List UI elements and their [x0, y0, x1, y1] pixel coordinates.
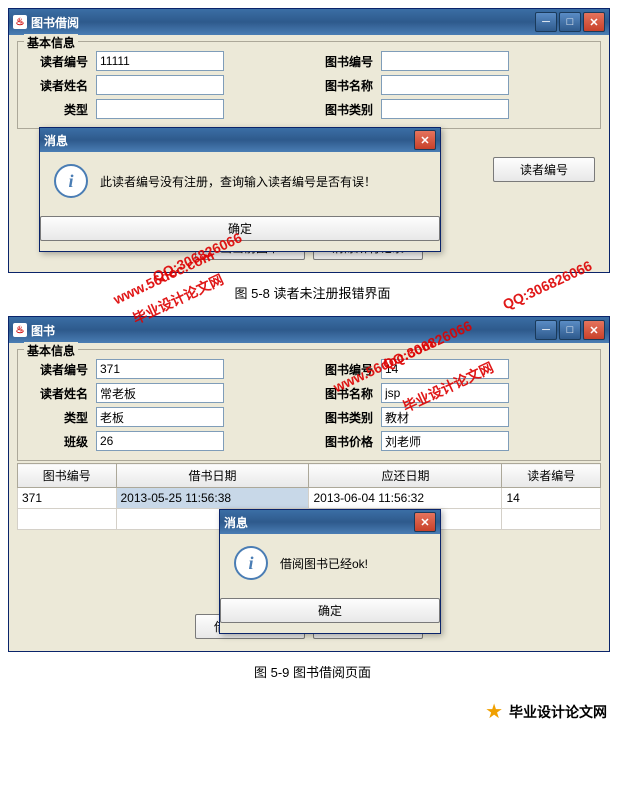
- table-header-row: 图书编号 借书日期 应还日期 读者编号: [18, 464, 601, 488]
- window-title: 图书: [31, 322, 535, 339]
- book-type-input[interactable]: [381, 407, 509, 427]
- dialog-titlebar[interactable]: 消息 ✕: [40, 128, 440, 152]
- minimize-button[interactable]: ─: [535, 12, 557, 32]
- reader-id-button[interactable]: 读者编号: [493, 157, 595, 182]
- type-input[interactable]: [96, 99, 224, 119]
- reader-id-input[interactable]: [96, 51, 224, 71]
- titlebar-1[interactable]: ♨ 图书借阅 ─ □ ✕: [9, 9, 609, 35]
- col-return-date[interactable]: 应还日期: [309, 464, 502, 488]
- dialog-ok-button[interactable]: 确定: [40, 216, 440, 241]
- window-title: 图书借阅: [31, 14, 535, 31]
- table-row[interactable]: 371 2013-05-25 11:56:38 2013-06-04 11:56…: [18, 488, 601, 509]
- close-button[interactable]: ✕: [583, 320, 605, 340]
- col-borrow-date[interactable]: 借书日期: [116, 464, 309, 488]
- book-type-label: 图书类别: [313, 101, 373, 118]
- star-icon: ★: [485, 699, 503, 724]
- book-id-label: 图书编号: [313, 53, 373, 70]
- col-reader-id[interactable]: 读者编号: [502, 464, 601, 488]
- window-book-borrow-1: ♨ 图书借阅 ─ □ ✕ 基本信息 读者编号 图书编号 读者姓名 图书名称 类型…: [8, 8, 610, 273]
- book-price-input[interactable]: [381, 431, 509, 451]
- figure-caption-1: 图 5-8 读者未注册报错界面: [8, 277, 617, 316]
- book-id-input[interactable]: [381, 359, 509, 379]
- dialog-close-button[interactable]: ✕: [414, 130, 436, 150]
- book-name-input[interactable]: [381, 75, 509, 95]
- type-label: 类型: [28, 409, 88, 426]
- close-button[interactable]: ✕: [583, 12, 605, 32]
- maximize-button[interactable]: □: [559, 320, 581, 340]
- book-type-label: 图书类别: [313, 409, 373, 426]
- message-dialog-2: 消息 ✕ i 借阅图书已经ok! 确定: [219, 509, 441, 634]
- window-book-borrow-2: ♨ 图书 ─ □ ✕ 基本信息 读者编号 图书编号 读者姓名 图书名称 类型 图…: [8, 316, 610, 652]
- dialog-title: 消息: [44, 132, 414, 149]
- book-id-label: 图书编号: [313, 361, 373, 378]
- basic-info-group: 基本信息 读者编号 图书编号 读者姓名 图书名称 类型 图书类别 班级 图书价格: [17, 349, 601, 461]
- cell[interactable]: 2013-05-25 11:56:38: [116, 488, 309, 509]
- figure-caption-2: 图 5-9 图书借阅页面: [8, 656, 617, 695]
- footer-text: 毕业设计论文网: [509, 702, 607, 722]
- dialog-title: 消息: [224, 514, 414, 531]
- dialog-message: 借阅图书已经ok!: [280, 555, 368, 572]
- minimize-button[interactable]: ─: [535, 320, 557, 340]
- book-name-input[interactable]: [381, 383, 509, 403]
- reader-name-input[interactable]: [96, 383, 224, 403]
- reader-id-label: 读者编号: [28, 361, 88, 378]
- info-icon: i: [234, 546, 268, 580]
- book-name-label: 图书名称: [313, 77, 373, 94]
- type-label: 类型: [28, 101, 88, 118]
- dialog-ok-button[interactable]: 确定: [220, 598, 440, 623]
- reader-name-input[interactable]: [96, 75, 224, 95]
- basic-info-group: 基本信息 读者编号 图书编号 读者姓名 图书名称 类型 图书类别: [17, 41, 601, 129]
- java-icon: ♨: [13, 323, 27, 337]
- cell[interactable]: 14: [502, 488, 601, 509]
- type-input[interactable]: [96, 407, 224, 427]
- message-dialog-1: 消息 ✕ i 此读者编号没有注册，查询输入读者编号是否有误！ 确定: [39, 127, 441, 252]
- java-icon: ♨: [13, 15, 27, 29]
- cell[interactable]: 2013-06-04 11:56:32: [309, 488, 502, 509]
- class-label: 班级: [28, 433, 88, 450]
- dialog-close-button[interactable]: ✕: [414, 512, 436, 532]
- col-book-id[interactable]: 图书编号: [18, 464, 117, 488]
- titlebar-2[interactable]: ♨ 图书 ─ □ ✕: [9, 317, 609, 343]
- class-input[interactable]: [96, 431, 224, 451]
- cell[interactable]: 371: [18, 488, 117, 509]
- footer-logo: ★ 毕业设计论文网: [8, 695, 617, 728]
- group-label: 基本信息: [24, 342, 78, 359]
- reader-name-label: 读者姓名: [28, 385, 88, 402]
- info-icon: i: [54, 164, 88, 198]
- book-id-input[interactable]: [381, 51, 509, 71]
- reader-name-label: 读者姓名: [28, 77, 88, 94]
- book-type-input[interactable]: [381, 99, 509, 119]
- book-name-label: 图书名称: [313, 385, 373, 402]
- reader-id-label: 读者编号: [28, 53, 88, 70]
- book-price-label: 图书价格: [313, 433, 373, 450]
- group-label: 基本信息: [24, 34, 78, 51]
- dialog-message: 此读者编号没有注册，查询输入读者编号是否有误！: [100, 173, 426, 190]
- reader-id-input[interactable]: [96, 359, 224, 379]
- maximize-button[interactable]: □: [559, 12, 581, 32]
- dialog-titlebar[interactable]: 消息 ✕: [220, 510, 440, 534]
